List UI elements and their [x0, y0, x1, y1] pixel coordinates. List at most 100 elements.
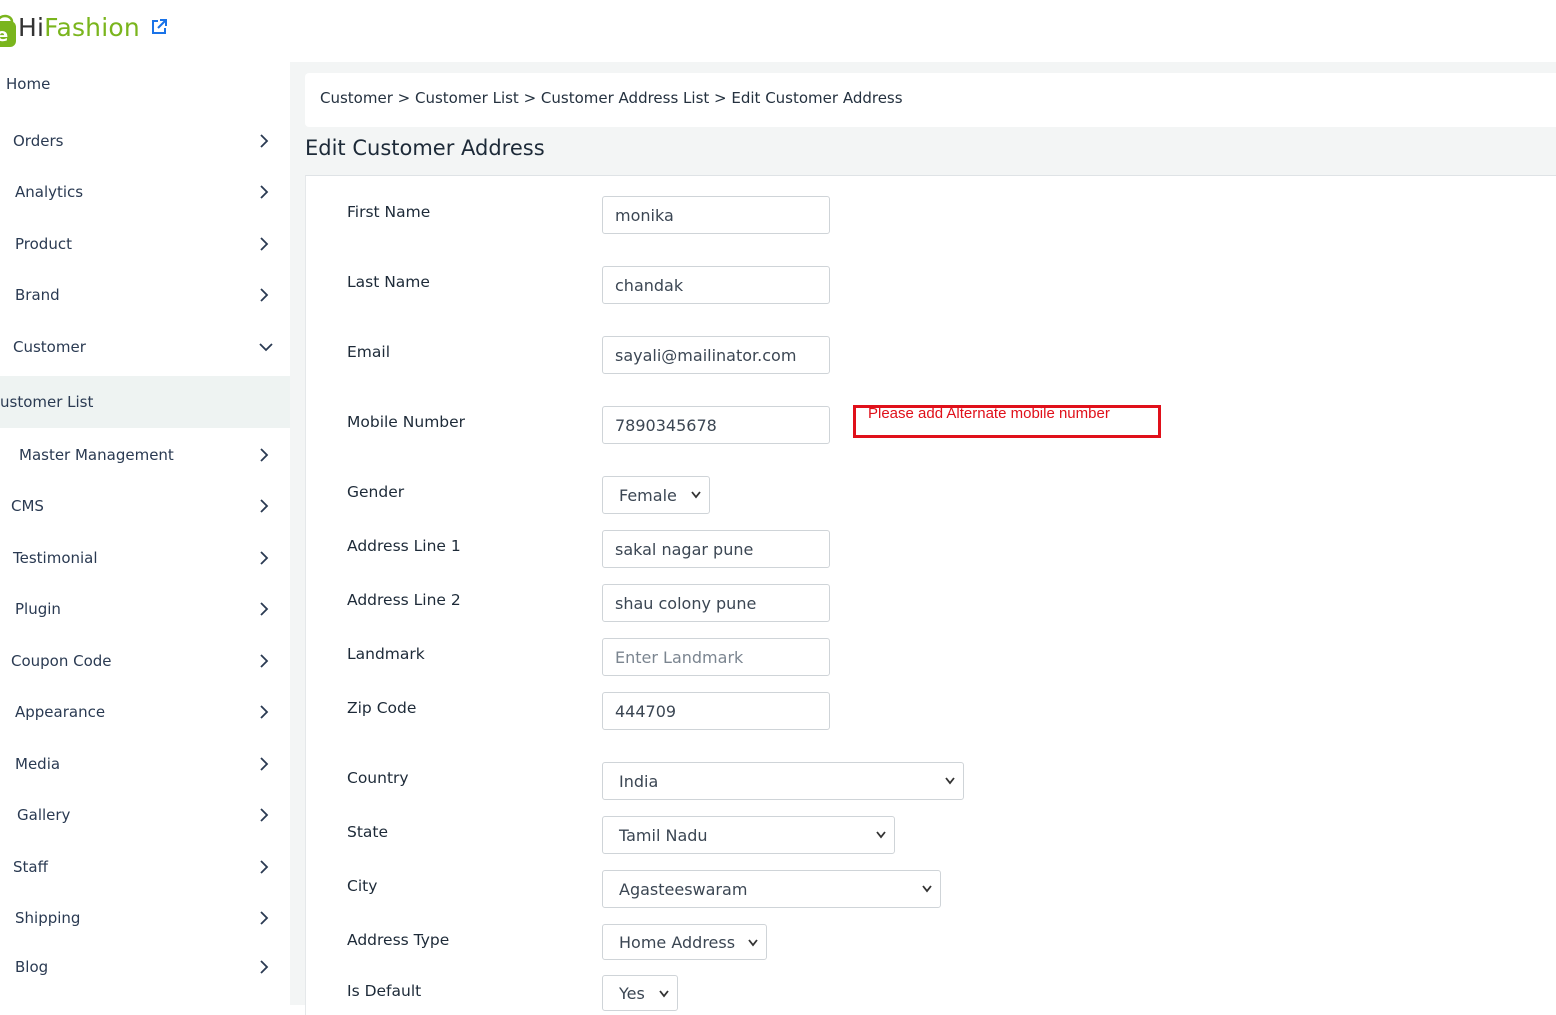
state-select[interactable]: Tamil Nadu	[602, 816, 895, 854]
zip-code-input[interactable]: 444709	[602, 692, 830, 730]
chevron-right-icon	[260, 551, 269, 565]
chevron-right-icon	[260, 860, 269, 874]
address-type-selected-value: Home Address	[619, 932, 736, 952]
sidebar-item-label: Appearance	[15, 703, 106, 721]
sidebar-item-customer-list[interactable]: ustomer List	[0, 376, 290, 428]
sidebar-item-customer[interactable]: Customer	[0, 327, 290, 367]
chevron-right-icon	[260, 288, 269, 302]
sidebar-item-label: Coupon Code	[11, 652, 112, 670]
breadcrumb[interactable]: Customer > Customer List > Customer Addr…	[320, 89, 903, 107]
is-default-select[interactable]: Yes	[602, 975, 678, 1011]
page-title: Edit Customer Address	[305, 136, 545, 160]
sidebar-item-master-management[interactable]: Master Management	[0, 435, 290, 475]
chevron-down-icon	[922, 885, 932, 893]
sidebar-item-shipping[interactable]: Shipping	[0, 898, 290, 938]
landmark-input[interactable]: Enter Landmark	[602, 638, 830, 676]
sidebar-item-plugin[interactable]: Plugin	[0, 589, 290, 629]
top-bar: e HiFashion	[0, 0, 1556, 62]
address-line-1-input[interactable]: sakal nagar pune	[602, 530, 830, 568]
gender-selected-value: Female	[619, 485, 677, 505]
svg-text:e: e	[0, 25, 8, 46]
country-label: Country	[347, 769, 409, 787]
sidebar-item-coupon-code[interactable]: Coupon Code	[0, 641, 290, 681]
sidebar-item-label: Customer	[13, 338, 86, 356]
sidebar-item-label: Master Management	[19, 446, 174, 464]
last-name-label: Last Name	[347, 273, 430, 291]
chevron-down-icon	[691, 491, 701, 499]
main-content: Customer > Customer List > Customer Addr…	[290, 62, 1556, 1015]
chevron-right-icon	[260, 757, 269, 771]
sidebar-item-label: Home	[6, 75, 51, 93]
state-label: State	[347, 823, 389, 841]
chevron-right-icon	[260, 499, 269, 513]
first-name-label: First Name	[347, 203, 431, 221]
address-type-label: Address Type	[347, 931, 450, 949]
address-line-2-input[interactable]: shau colony pune	[602, 584, 830, 622]
email-input[interactable]: sayali@mailinator.com	[602, 336, 830, 374]
address-type-select[interactable]: Home Address	[602, 924, 767, 960]
sidebar-item-label: Testimonial	[13, 549, 98, 567]
chevron-right-icon	[260, 185, 269, 199]
last-name-input[interactable]: chandak	[602, 266, 830, 304]
chevron-right-icon	[260, 134, 269, 148]
sidebar-item-label: Brand	[15, 286, 60, 304]
is-default-selected-value: Yes	[619, 983, 645, 1003]
address-line-2-label: Address Line 2	[347, 591, 461, 609]
sidebar-item-staff[interactable]: Staff	[0, 847, 290, 887]
sidebar-item-label: Shipping	[15, 909, 81, 927]
sidebar-item-home[interactable]: Home	[0, 64, 290, 104]
first-name-input[interactable]: monika	[602, 196, 830, 234]
sidebar: Home Orders Analytics Product Brand Cust…	[0, 62, 290, 1005]
gender-label: Gender	[347, 483, 405, 501]
mobile-number-input[interactable]: 7890345678	[602, 406, 830, 444]
brand-name: HiFashion	[18, 13, 140, 42]
address-line-1-label: Address Line 1	[347, 537, 461, 555]
sidebar-item-label: Analytics	[15, 183, 84, 201]
zip-code-label: Zip Code	[347, 699, 417, 717]
sidebar-item-label: Product	[15, 235, 72, 253]
external-link-icon[interactable]	[150, 18, 168, 36]
sidebar-item-gallery[interactable]: Gallery	[0, 795, 290, 835]
edit-address-form: First Name monika Last Name chandak Emai…	[305, 175, 1556, 1015]
sidebar-item-blog[interactable]: Blog	[0, 947, 290, 987]
sidebar-item-brand[interactable]: Brand	[0, 275, 290, 315]
sidebar-item-testimonial[interactable]: Testimonial	[0, 538, 290, 578]
chevron-down-icon	[748, 939, 758, 947]
mobile-number-label: Mobile Number	[347, 413, 466, 431]
chevron-down-icon	[876, 831, 886, 839]
sidebar-item-label: CMS	[11, 497, 44, 515]
chevron-down-icon	[659, 990, 669, 998]
sidebar-item-cms[interactable]: CMS	[0, 486, 290, 526]
review-annotation-text: Please add Alternate mobile number	[868, 405, 1110, 422]
review-annotation-box: Please add Alternate mobile number	[853, 405, 1161, 438]
landmark-label: Landmark	[347, 645, 425, 663]
sidebar-item-appearance[interactable]: Appearance	[0, 692, 290, 732]
brand-logo[interactable]: e HiFashion	[0, 8, 140, 48]
sidebar-item-label: Orders	[13, 132, 64, 150]
chevron-right-icon	[260, 960, 269, 974]
chevron-right-icon	[260, 237, 269, 251]
chevron-right-icon	[260, 654, 269, 668]
country-select[interactable]: India	[602, 762, 964, 800]
email-label: Email	[347, 343, 391, 361]
chevron-right-icon	[260, 808, 269, 822]
chevron-down-icon	[945, 777, 955, 785]
state-selected-value: Tamil Nadu	[619, 825, 708, 845]
sidebar-item-label: ustomer List	[0, 393, 94, 411]
gender-select[interactable]: Female	[602, 476, 710, 514]
sidebar-item-label: Staff	[13, 858, 48, 876]
chevron-right-icon	[260, 911, 269, 925]
sidebar-item-orders[interactable]: Orders	[0, 121, 290, 161]
sidebar-item-media[interactable]: Media	[0, 744, 290, 784]
chevron-right-icon	[260, 602, 269, 616]
city-select[interactable]: Agasteeswaram	[602, 870, 941, 908]
country-selected-value: India	[619, 771, 659, 791]
chevron-right-icon	[260, 448, 269, 462]
is-default-label: Is Default	[347, 982, 422, 1000]
shopping-bag-logo-icon: e	[0, 14, 16, 47]
breadcrumb-bar: Customer > Customer List > Customer Addr…	[305, 73, 1556, 127]
sidebar-item-analytics[interactable]: Analytics	[0, 172, 290, 212]
sidebar-item-label: Blog	[15, 958, 49, 976]
chevron-right-icon	[260, 705, 269, 719]
sidebar-item-product[interactable]: Product	[0, 224, 290, 264]
